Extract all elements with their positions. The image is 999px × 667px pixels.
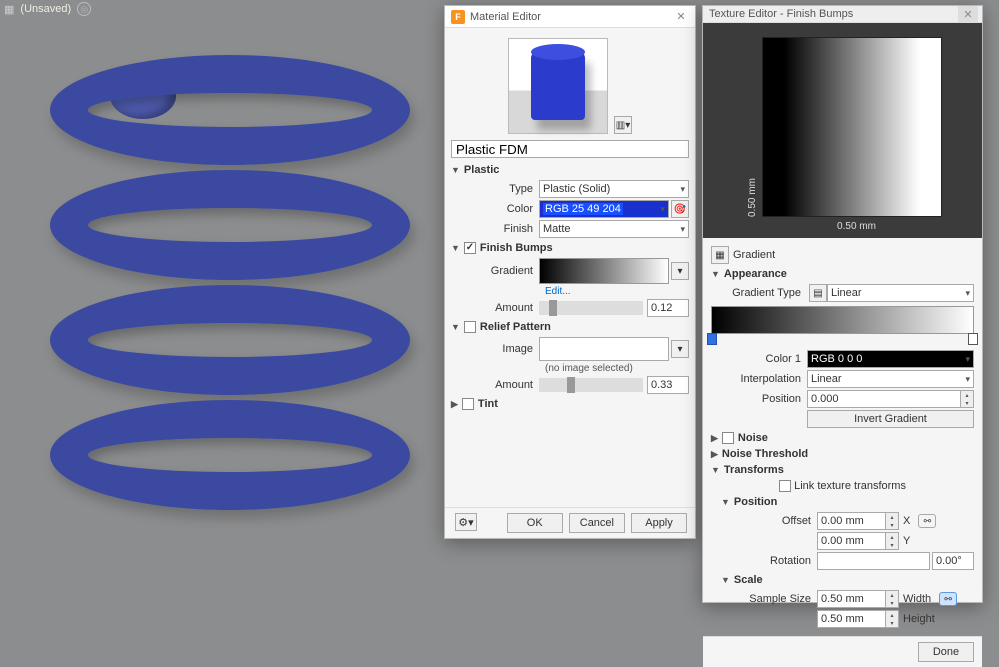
position-input[interactable]: 0.000▴▾ [807, 390, 974, 408]
grad-type-label: Gradient Type [711, 287, 807, 299]
material-name-input[interactable] [451, 140, 689, 158]
relief-amount-label: Amount [451, 379, 539, 391]
top-status-bar: ▦ (Unsaved) ◎ [0, 0, 95, 18]
section-tint[interactable]: ▶Tint [451, 396, 689, 412]
y-axis-label: Y [899, 535, 914, 547]
info-icon[interactable]: ◎ [77, 2, 91, 16]
save-status-icon: ▦ [4, 3, 14, 16]
texture-editor-title: Texture Editor - Finish Bumps [709, 8, 958, 20]
sample-width-input[interactable]: 0.50 mm▴▾ [817, 590, 899, 608]
finish-label: Finish [451, 223, 539, 235]
edit-gradient-link[interactable]: Edit... [545, 286, 571, 297]
color-picker-icon[interactable]: 🎯 [671, 200, 689, 218]
texture-preview: 0.50 mm 0.50 mm [703, 23, 982, 238]
invert-gradient-button[interactable]: Invert Gradient [807, 410, 974, 428]
finish-select[interactable]: Matte [539, 220, 689, 238]
material-editor-title: Material Editor [470, 11, 671, 23]
gradient-type-row: ▦ Gradient [711, 246, 974, 264]
gradient-mode-icon[interactable]: ▦ [711, 246, 729, 264]
rotation-input[interactable] [817, 552, 930, 570]
apply-button[interactable]: Apply [631, 513, 687, 533]
grad-type-select[interactable]: Linear [827, 284, 974, 302]
section-appearance[interactable]: ▼Appearance [711, 266, 974, 282]
noise-checkbox[interactable] [722, 432, 734, 444]
color-select[interactable]: RGB 25 49 204 [539, 200, 669, 218]
document-status-label: (Unsaved) [20, 3, 71, 15]
gradient-stop-right[interactable] [968, 333, 978, 345]
width-label: Width [899, 593, 935, 605]
section-scale[interactable]: ▼Scale [721, 572, 974, 588]
link-transforms-checkbox[interactable] [779, 480, 791, 492]
image-more-icon[interactable]: ▾ [671, 340, 689, 358]
fb-amount-slider[interactable] [539, 301, 643, 315]
color1-label: Color 1 [711, 353, 807, 365]
finish-bumps-checkbox[interactable] [464, 242, 476, 254]
height-label: Height [899, 613, 939, 625]
link-offset-icon[interactable]: ⚯ [918, 514, 936, 528]
preview-y-axis-label: 0.50 mm [743, 37, 762, 217]
section-transforms[interactable]: ▼Transforms [711, 462, 974, 478]
app-icon: F [451, 10, 465, 24]
section-finish-bumps[interactable]: ▼Finish Bumps [451, 240, 689, 256]
preview-x-axis-label: 0.50 mm [743, 217, 942, 232]
color1-select[interactable]: RGB 0 0 0 [807, 350, 974, 368]
material-menu-button[interactable]: ⚙▾ [455, 513, 477, 531]
gradient-mode-label: Gradient [733, 249, 775, 261]
tint-checkbox[interactable] [462, 398, 474, 410]
texture-editor-titlebar[interactable]: Texture Editor - Finish Bumps ✕ [703, 6, 982, 23]
fb-amount-input[interactable]: 0.12 [647, 299, 689, 317]
rotation-value[interactable]: 0.00° [932, 552, 974, 570]
relief-checkbox[interactable] [464, 321, 476, 333]
link-transforms-label: Link texture transforms [794, 480, 906, 492]
gradient-more-icon[interactable]: ▾ [671, 262, 689, 280]
color-label: Color [451, 203, 539, 215]
image-well[interactable] [539, 337, 669, 361]
offset-label: Offset [721, 515, 817, 527]
x-axis-label: X [899, 515, 914, 527]
type-label: Type [451, 183, 539, 195]
preview-options-button[interactable]: ▥▾ [614, 116, 632, 134]
close-icon[interactable]: ✕ [671, 9, 691, 25]
material-editor-dialog: F Material Editor ✕ ▥▾ ▼Plastic Type Pla… [444, 5, 696, 539]
no-image-hint: (no image selected) [451, 363, 689, 374]
close-icon[interactable]: ✕ [958, 6, 978, 22]
ok-button[interactable]: OK [507, 513, 563, 533]
image-label: Image [451, 343, 539, 355]
section-position[interactable]: ▼Position [721, 494, 974, 510]
relief-amount-slider[interactable] [539, 378, 643, 392]
offset-y-input[interactable]: 0.00 mm▴▾ [817, 532, 899, 550]
grad-type-icon[interactable]: ▤ [809, 284, 827, 302]
gradient-swatch[interactable] [539, 258, 669, 284]
interp-label: Interpolation [711, 373, 807, 385]
gradient-label: Gradient [451, 265, 539, 277]
section-plastic[interactable]: ▼Plastic [451, 162, 689, 178]
relief-amount-input[interactable]: 0.33 [647, 376, 689, 394]
gradient-editor[interactable] [711, 306, 974, 334]
material-editor-titlebar[interactable]: F Material Editor ✕ [445, 6, 695, 28]
cancel-button[interactable]: Cancel [569, 513, 625, 533]
section-noise[interactable]: ▶Noise [711, 430, 974, 446]
sample-height-input[interactable]: 0.50 mm▴▾ [817, 610, 899, 628]
offset-x-input[interactable]: 0.00 mm▴▾ [817, 512, 899, 530]
gradient-stop-left[interactable] [707, 333, 717, 345]
position-label: Position [711, 393, 807, 405]
section-relief-pattern[interactable]: ▼Relief Pattern [451, 319, 689, 335]
rotation-label: Rotation [721, 555, 817, 567]
interp-select[interactable]: Linear [807, 370, 974, 388]
sample-size-label: Sample Size [721, 593, 817, 605]
link-scale-icon[interactable]: ⚯ [939, 592, 957, 606]
type-select[interactable]: Plastic (Solid) [539, 180, 689, 198]
done-button[interactable]: Done [918, 642, 974, 662]
texture-editor-dialog: Texture Editor - Finish Bumps ✕ 0.50 mm … [702, 5, 983, 603]
section-noise-threshold[interactable]: ▶Noise Threshold [711, 446, 974, 462]
texture-preview-image [762, 37, 942, 217]
fb-amount-label: Amount [451, 302, 539, 314]
material-preview: ▥▾ [451, 32, 689, 136]
